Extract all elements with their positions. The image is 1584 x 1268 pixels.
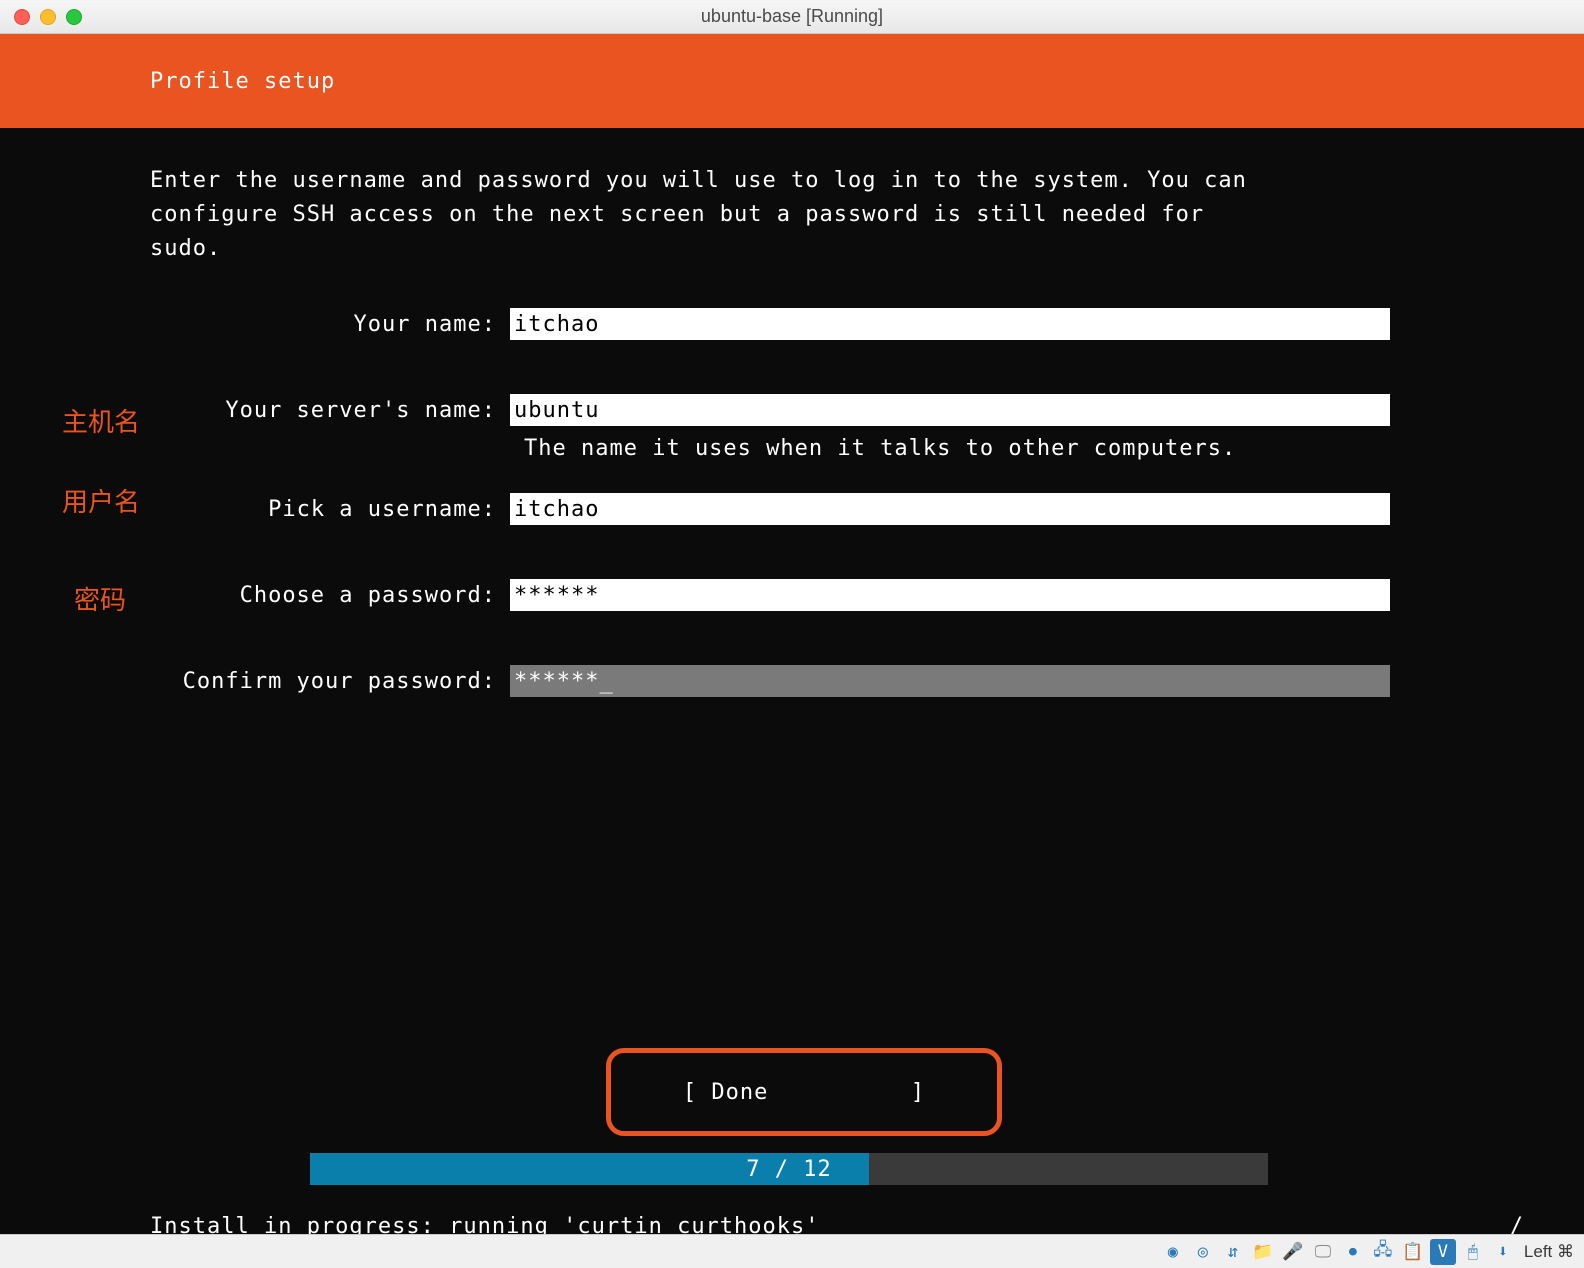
your-name-input[interactable]: itchao	[510, 308, 1390, 340]
intro-text: Enter the username and password you will…	[150, 164, 1430, 266]
shared-folder-icon[interactable]: 📁	[1250, 1239, 1276, 1265]
done-button-highlight: [ Done ]	[606, 1048, 1002, 1136]
keyboard-capture-icon[interactable]: ⬇	[1490, 1239, 1516, 1265]
host-key-indicator: Left ⌘	[1520, 1242, 1578, 1262]
minimize-window-button[interactable]	[40, 9, 56, 25]
status-spinner: /	[1510, 1214, 1524, 1234]
usb-icon[interactable]: ⇵	[1220, 1239, 1246, 1265]
recording-icon[interactable]: ⏺	[1340, 1239, 1366, 1265]
annotation-hostname: 主机名	[62, 402, 140, 439]
annotation-password: 密码	[74, 580, 126, 617]
window-titlebar: ubuntu-base [Running]	[0, 0, 1584, 34]
video-capture-icon[interactable]: V	[1430, 1239, 1456, 1265]
your-name-label: Your name:	[0, 312, 510, 337]
optical-disk-icon[interactable]: ◎	[1190, 1239, 1216, 1265]
audio-icon[interactable]: 🎤	[1280, 1239, 1306, 1265]
done-button[interactable]: [ Done ]	[683, 1080, 925, 1105]
mouse-integration-icon[interactable]: 🖱	[1460, 1239, 1486, 1265]
maximize-window-button[interactable]	[66, 9, 82, 25]
server-name-input[interactable]: ubuntu	[510, 394, 1390, 426]
confirm-password-input[interactable]: ******	[510, 665, 1390, 697]
annotation-username: 用户名	[62, 482, 140, 519]
page-title: Profile setup	[150, 69, 335, 94]
close-window-button[interactable]	[14, 9, 30, 25]
pick-username-input[interactable]: itchao	[510, 493, 1390, 525]
server-name-hint: The name it uses when it talks to other …	[524, 436, 1584, 461]
installer-header: Profile setup	[0, 34, 1584, 128]
progress-bar: 7 / 12	[310, 1153, 1268, 1185]
choose-password-input[interactable]: ******	[510, 579, 1390, 611]
hard-disk-icon[interactable]: ◉	[1160, 1239, 1186, 1265]
confirm-password-label: Confirm your password:	[0, 669, 510, 694]
display-icon[interactable]: 🖵	[1310, 1239, 1336, 1265]
progress-text: 7 / 12	[310, 1153, 1268, 1185]
profile-form: Your name: itchao Your server's name: ub…	[0, 308, 1584, 697]
traffic-lights	[14, 9, 82, 25]
clipboard-icon[interactable]: 📋	[1400, 1239, 1426, 1265]
virtualbox-status-bar: ◉ ◎ ⇵ 📁 🎤 🖵 ⏺ 🖧 📋 V 🖱 ⬇ Left ⌘	[0, 1234, 1584, 1268]
vm-screen: Profile setup Enter the username and pas…	[0, 34, 1584, 1234]
status-text: Install in progress: running 'curtin cur…	[150, 1214, 820, 1234]
network-icon[interactable]: 🖧	[1370, 1239, 1396, 1265]
window-title: ubuntu-base [Running]	[701, 6, 883, 27]
status-line: Install in progress: running 'curtin cur…	[150, 1214, 1524, 1234]
